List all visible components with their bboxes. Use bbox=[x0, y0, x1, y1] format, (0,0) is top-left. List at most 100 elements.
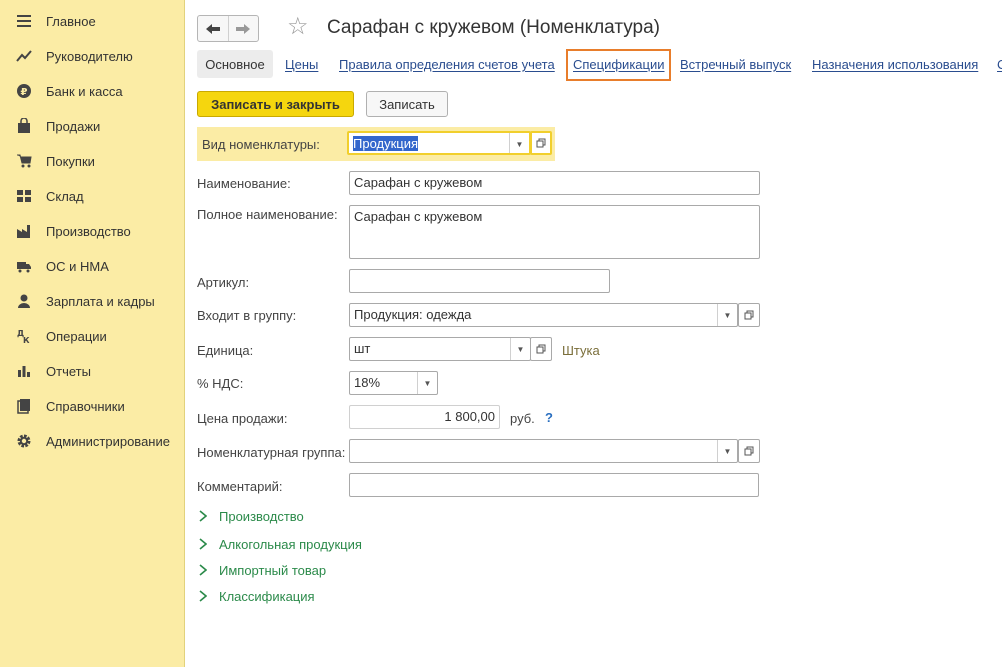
group-open-button[interactable] bbox=[738, 303, 760, 327]
sidebar-item-label: Покупки bbox=[46, 153, 95, 169]
vat-field[interactable]: 18% ▼ bbox=[349, 371, 438, 395]
shopping-bag-icon bbox=[16, 118, 32, 134]
nomgroup-label: Номенклатурная группа: bbox=[197, 445, 346, 460]
arrow-left-icon bbox=[205, 23, 220, 34]
sidebar-item-label: Операции bbox=[46, 328, 107, 344]
sidebar-item-label: Производство bbox=[46, 223, 131, 239]
kind-value: Продукция bbox=[353, 136, 419, 151]
fullname-field[interactable]: Сарафан с кружевом bbox=[349, 205, 760, 259]
chevron-down-icon[interactable]: ▼ bbox=[717, 304, 737, 326]
favorite-star-icon[interactable]: ☆ bbox=[287, 14, 309, 40]
section-import[interactable]: Импортный товар bbox=[199, 560, 326, 580]
comment-label: Комментарий: bbox=[197, 479, 283, 494]
book-icon bbox=[16, 398, 32, 414]
tab-counter-release[interactable]: Встречный выпуск bbox=[680, 57, 791, 72]
price-label: Цена продажи: bbox=[197, 411, 288, 426]
main-area: ☆ Сарафан с кружевом (Номенклатура) Осно… bbox=[185, 0, 1002, 667]
section-label: Производство bbox=[219, 508, 304, 524]
arrow-right-icon bbox=[236, 23, 251, 34]
sidebar-item-main[interactable]: Главное bbox=[0, 4, 184, 38]
open-window-icon bbox=[744, 446, 754, 456]
price-field[interactable]: 1 800,00 bbox=[349, 405, 500, 429]
group-field[interactable]: Продукция: одежда ▼ bbox=[349, 303, 738, 327]
sidebar-item-operations[interactable]: ДК Операции bbox=[0, 319, 184, 353]
sidebar-item-assets[interactable]: ОС и НМА bbox=[0, 249, 184, 283]
chevron-right-icon bbox=[199, 509, 213, 523]
chevron-down-icon[interactable]: ▼ bbox=[417, 372, 437, 394]
kind-open-button[interactable] bbox=[530, 131, 552, 155]
save-and-close-button[interactable]: Записать и закрыть bbox=[197, 91, 354, 117]
section-label: Алкогольная продукция bbox=[219, 536, 362, 552]
comment-field[interactable] bbox=[349, 473, 759, 497]
sidebar-item-label: Главное bbox=[46, 13, 96, 29]
chevron-right-icon bbox=[199, 563, 213, 577]
group-label: Входит в группу: bbox=[197, 308, 297, 323]
open-window-icon bbox=[744, 310, 754, 320]
section-production[interactable]: Производство bbox=[199, 506, 304, 526]
sidebar-item-sales[interactable]: Продажи bbox=[0, 109, 184, 143]
save-button[interactable]: Записать bbox=[366, 91, 448, 117]
cart-icon bbox=[16, 153, 32, 169]
article-field[interactable] bbox=[349, 269, 610, 293]
vat-value: 18% bbox=[354, 375, 381, 390]
tab-usage-purposes[interactable]: Назначения использования bbox=[812, 57, 978, 72]
history-nav bbox=[197, 15, 259, 42]
sidebar-item-admin[interactable]: Администрирование bbox=[0, 424, 184, 458]
person-icon bbox=[16, 293, 32, 309]
sidebar-item-label: Склад bbox=[46, 188, 84, 204]
article-label: Артикул: bbox=[197, 275, 250, 290]
tab-more[interactable]: С bbox=[997, 57, 1002, 72]
gear-icon bbox=[16, 433, 32, 449]
sidebar-item-purchases[interactable]: Покупки bbox=[0, 144, 184, 178]
section-alcohol[interactable]: Алкогольная продукция bbox=[199, 534, 362, 554]
svg-text:К: К bbox=[23, 336, 30, 344]
sidebar-item-label: Продажи bbox=[46, 118, 101, 134]
sidebar-item-label: Справочники bbox=[46, 398, 125, 414]
section-label: Импортный товар bbox=[219, 562, 327, 578]
unit-field[interactable]: шт ▼ bbox=[349, 337, 531, 361]
chevron-down-icon[interactable]: ▼ bbox=[509, 133, 529, 153]
price-help-link[interactable]: ? bbox=[545, 410, 553, 425]
unit-hint: Штука bbox=[562, 343, 600, 358]
sidebar-item-label: Отчеты bbox=[46, 363, 91, 379]
menu-lines-icon bbox=[16, 13, 32, 29]
sidebar-item-warehouse[interactable]: Склад bbox=[0, 179, 184, 213]
nomgroup-field[interactable]: ▼ bbox=[349, 439, 738, 463]
factory-icon bbox=[16, 223, 32, 239]
sidebar-item-label: Руководителю bbox=[46, 48, 133, 64]
sidebar-item-production[interactable]: Производство bbox=[0, 214, 184, 248]
forward-button[interactable] bbox=[227, 16, 259, 41]
section-classification[interactable]: Классификация bbox=[199, 586, 315, 606]
nomgroup-open-button[interactable] bbox=[738, 439, 760, 463]
section-label: Классификация bbox=[219, 588, 315, 604]
sidebar-item-bank[interactable]: ₽ Банк и касса bbox=[0, 74, 184, 108]
chevron-down-icon[interactable]: ▼ bbox=[717, 440, 737, 462]
sidebar-item-label: Зарплата и кадры bbox=[46, 293, 155, 309]
group-value: Продукция: одежда bbox=[354, 307, 472, 322]
unit-value: шт bbox=[354, 341, 371, 356]
fullname-label: Полное наименование: bbox=[197, 207, 338, 222]
warehouse-grid-icon bbox=[16, 188, 32, 204]
chevron-right-icon bbox=[199, 589, 213, 603]
sidebar-item-salary[interactable]: Зарплата и кадры bbox=[0, 284, 184, 318]
page-title: Сарафан с кружевом (Номенклатура) bbox=[327, 17, 660, 38]
open-window-icon bbox=[536, 138, 546, 148]
chevron-down-icon[interactable]: ▼ bbox=[510, 338, 530, 360]
tab-account-rules[interactable]: Правила определения счетов учета bbox=[339, 57, 555, 72]
sidebar-item-directories[interactable]: Справочники bbox=[0, 389, 184, 423]
sidebar-item-reports[interactable]: Отчеты bbox=[0, 354, 184, 388]
debit-credit-icon: ДК bbox=[16, 328, 32, 344]
price-currency: руб. bbox=[510, 411, 535, 426]
kind-label: Вид номенклатуры: bbox=[202, 137, 320, 152]
sidebar-item-label: Банк и касса bbox=[46, 83, 123, 99]
back-button[interactable] bbox=[198, 16, 228, 41]
trend-line-icon bbox=[16, 48, 32, 64]
tab-prices[interactable]: Цены bbox=[285, 57, 318, 72]
tab-main[interactable]: Основное bbox=[197, 50, 273, 78]
kind-field[interactable]: Продукция ▼ bbox=[347, 131, 531, 155]
sidebar-item-manager[interactable]: Руководителю bbox=[0, 39, 184, 73]
ruble-coin-icon: ₽ bbox=[16, 83, 32, 99]
unit-open-button[interactable] bbox=[530, 337, 552, 361]
sidebar: Главное Руководителю ₽ Банк и касса Прод… bbox=[0, 0, 185, 667]
name-field[interactable]: Сарафан с кружевом bbox=[349, 171, 760, 195]
